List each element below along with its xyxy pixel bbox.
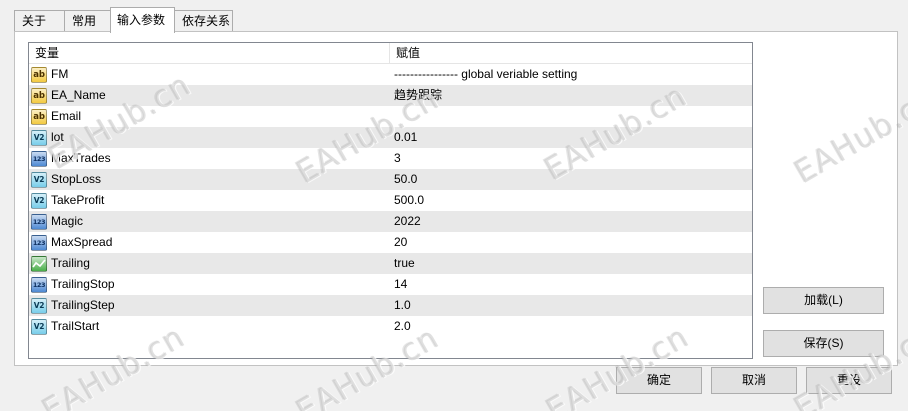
- param-name-cell: ab EA_Name: [29, 85, 390, 106]
- double-type-icon: V2: [31, 171, 47, 188]
- tab-dependencies[interactable]: 依存关系: [174, 10, 233, 32]
- double-type-icon: V2: [31, 192, 47, 209]
- column-header-variable[interactable]: 变量: [29, 43, 390, 63]
- trend-line-glyph: [32, 258, 46, 268]
- list-body: ab FM ---------------- global veriable set…: [29, 64, 752, 337]
- param-name: MaxTrades: [51, 151, 111, 165]
- param-row[interactable]: V2 TrailStart 2.0: [29, 316, 752, 337]
- param-value[interactable]: [390, 106, 752, 127]
- param-value[interactable]: true: [390, 253, 752, 274]
- param-name-cell: V2 StopLoss: [29, 169, 390, 190]
- tab-common[interactable]: 常用: [64, 10, 111, 32]
- icon-glyph: V2: [33, 300, 45, 310]
- param-name: FM: [51, 67, 69, 81]
- bool-type-icon: [31, 255, 47, 272]
- load-button[interactable]: 加载(L): [763, 287, 884, 314]
- list-header: 变量 赋值: [29, 43, 752, 64]
- param-value[interactable]: 趋势跟踪: [390, 85, 752, 106]
- icon-glyph: ab: [33, 111, 45, 122]
- param-row[interactable]: 123 MaxSpread 20: [29, 232, 752, 253]
- param-value[interactable]: 500.0: [390, 190, 752, 211]
- int-type-icon: 123: [31, 213, 47, 230]
- param-value[interactable]: 20: [390, 232, 752, 253]
- param-name: TrailStart: [51, 319, 100, 333]
- param-name: lot: [51, 130, 64, 144]
- param-value[interactable]: 2.0: [390, 316, 752, 337]
- param-row[interactable]: V2 TakeProfit 500.0: [29, 190, 752, 211]
- double-type-icon: V2: [31, 129, 47, 146]
- icon-glyph: 123: [32, 154, 46, 163]
- column-header-value[interactable]: 赋值: [390, 43, 752, 63]
- param-row[interactable]: 123 TrailingStop 14: [29, 274, 752, 295]
- param-row[interactable]: V2 lot 0.01: [29, 127, 752, 148]
- param-row[interactable]: ab EA_Name 趋势跟踪: [29, 85, 752, 106]
- int-type-icon: 123: [31, 276, 47, 293]
- param-name: Magic: [51, 214, 84, 228]
- param-row[interactable]: 123 MaxTrades 3: [29, 148, 752, 169]
- tab-inputs[interactable]: 输入参数: [110, 7, 175, 33]
- icon-glyph: V2: [33, 195, 45, 205]
- param-name-cell: 123 MaxSpread: [29, 232, 390, 253]
- param-row[interactable]: Trailing true: [29, 253, 752, 274]
- cancel-button[interactable]: 取消: [711, 367, 797, 394]
- param-name: StopLoss: [51, 172, 102, 186]
- param-value[interactable]: 2022: [390, 211, 752, 232]
- input-parameters-list[interactable]: 变量 赋值 ab FM ---------------- global veriab…: [28, 42, 753, 359]
- icon-glyph: V2: [33, 321, 45, 331]
- param-name-cell: ab Email: [29, 106, 390, 127]
- icon-glyph: 123: [32, 238, 46, 247]
- string-type-icon: ab: [31, 87, 47, 104]
- reset-button[interactable]: 重设: [806, 367, 892, 394]
- ok-button[interactable]: 确定: [616, 367, 702, 394]
- param-name-cell: V2 lot: [29, 127, 390, 148]
- tab-about[interactable]: 关于: [14, 10, 65, 32]
- param-value[interactable]: 50.0: [390, 169, 752, 190]
- string-type-icon: ab: [31, 108, 47, 125]
- param-name: EA_Name: [51, 88, 106, 102]
- param-name-cell: 123 MaxTrades: [29, 148, 390, 169]
- param-row[interactable]: 123 Magic 2022: [29, 211, 752, 232]
- icon-glyph: ab: [33, 90, 45, 101]
- param-value[interactable]: 3: [390, 148, 752, 169]
- param-name: Trailing: [51, 256, 90, 270]
- param-name-cell: 123 Magic: [29, 211, 390, 232]
- param-name-cell: Trailing: [29, 253, 390, 274]
- param-row[interactable]: V2 TrailingStep 1.0: [29, 295, 752, 316]
- param-value[interactable]: 0.01: [390, 127, 752, 148]
- icon-glyph: V2: [33, 174, 45, 184]
- tab-panel-inputs: 变量 赋值 ab FM ---------------- global veriab…: [14, 31, 898, 366]
- icon-glyph: 123: [32, 280, 46, 289]
- param-name-cell: ab FM: [29, 64, 390, 85]
- param-value[interactable]: 14: [390, 274, 752, 295]
- param-name: TakeProfit: [51, 193, 105, 207]
- param-value[interactable]: 1.0: [390, 295, 752, 316]
- trend-line: [32, 258, 46, 268]
- int-type-icon: 123: [31, 234, 47, 251]
- param-name-cell: 123 TrailingStop: [29, 274, 390, 295]
- double-type-icon: V2: [31, 297, 47, 314]
- icon-glyph: 123: [32, 217, 46, 226]
- param-name-cell: V2 TrailingStep: [29, 295, 390, 316]
- param-name: Email: [51, 109, 82, 123]
- string-type-icon: ab: [31, 66, 47, 83]
- double-type-icon: V2: [31, 318, 47, 335]
- icon-glyph: V2: [33, 132, 45, 142]
- param-name: MaxSpread: [51, 235, 113, 249]
- int-type-icon: 123: [31, 150, 47, 167]
- param-name-cell: V2 TakeProfit: [29, 190, 390, 211]
- param-row[interactable]: ab Email: [29, 106, 752, 127]
- save-button[interactable]: 保存(S): [763, 330, 884, 357]
- param-name: TrailingStop: [51, 277, 115, 291]
- icon-glyph: ab: [33, 69, 45, 80]
- param-name: TrailingStep: [51, 298, 115, 312]
- param-name-cell: V2 TrailStart: [29, 316, 390, 337]
- param-row[interactable]: ab FM ---------------- global veriable set…: [29, 64, 752, 85]
- param-value[interactable]: ---------------- global veriable setting: [390, 64, 752, 85]
- expert-properties-dialog: 关于 常用 输入参数 依存关系 变量 赋值 ab FM --------------…: [0, 0, 908, 411]
- param-row[interactable]: V2 StopLoss 50.0: [29, 169, 752, 190]
